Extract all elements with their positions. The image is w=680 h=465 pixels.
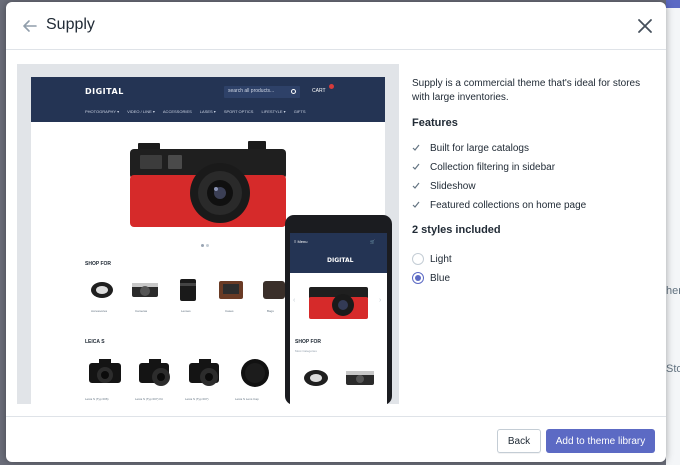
preview-nav-item: LIFESTYLE ▾ [261,109,286,114]
product-caption: Cameras [135,309,148,313]
radio-button[interactable] [412,272,424,284]
preview-search: search all products... [224,86,300,98]
product-thumb [135,353,175,393]
background-text: her [666,285,680,297]
modal-footer: Back Add to theme library [6,416,666,462]
product-thumb [298,363,334,393]
product-caption: Leica S Lens Cap [235,397,259,401]
product-thumb [185,353,225,393]
modal-title: Supply [46,16,95,33]
arrow-left-icon[interactable] [20,16,40,36]
product-thumb [171,273,205,309]
product-caption: Bags [267,309,274,313]
feature-item: Built for large catalogs [412,141,529,155]
theme-modal: Supply DIGITAL search all products... CA… [6,2,666,462]
theme-preview: DIGITAL search all products... CART PHOT… [17,64,399,404]
preview-logo: DIGITAL [85,87,124,96]
feature-label: Featured collections on home page [430,199,587,211]
product-caption: Accessories [91,309,108,313]
product-caption: Lenses [181,309,191,313]
style-label: Light [430,253,452,265]
product-caption: Leica S (Typ 007) Kit [135,397,163,401]
feature-label: Built for large catalogs [430,142,529,154]
theme-description: Supply is a commercial theme that's idea… [412,78,641,103]
product-thumb [214,273,248,309]
preview-nav-item: PHOTOGRAPHY ▾ [85,109,120,114]
modal-header: Supply [6,2,666,50]
add-to-theme-library-button[interactable]: Add to theme library [546,429,655,453]
leica-heading: LEICA S [85,339,105,345]
mobile-preview: ≡ Menu 🛒 DIGITAL ‹ › SHOP FOR Most Categ… [285,215,392,404]
checkmark-icon [412,144,420,151]
mobile-screen: ≡ Menu 🛒 DIGITAL ‹ › SHOP FOR Most Categ… [290,233,387,404]
radio-button[interactable] [412,253,424,265]
product-caption: Leica S (Typ 006) [85,397,109,401]
preview-nav-item: ACCESSORIES [162,109,192,114]
background-accent [666,0,680,8]
product-caption: Cases [225,309,234,313]
close-icon[interactable] [635,16,655,36]
shop-for-heading: SHOP FOR [85,261,112,267]
hero-camera-image [130,141,286,227]
checkmark-icon [412,182,420,189]
back-button[interactable]: Back [497,429,541,453]
preview-cart: CART [312,88,326,94]
product-caption: Leica S (Typ 007) [185,397,209,401]
chevron-right-icon: › [379,297,382,304]
style-option-light[interactable]: Light [412,252,452,266]
search-icon [291,89,296,94]
mobile-hero-camera [309,287,368,319]
feature-item: Featured collections on home page [412,198,586,212]
checkmark-icon [412,201,420,208]
background-text: Sto [666,363,680,375]
style-option-blue[interactable]: Blue [412,271,450,285]
slideshow-dots [201,244,209,247]
features-heading: Features [412,117,458,129]
preview-nav: PHOTOGRAPHY ▾ VIDEO / LINE ▾ ACCESSORIES… [85,109,305,114]
feature-label: Slideshow [430,180,476,192]
styles-heading: 2 styles included [412,224,501,236]
preview-nav-item: SPORT OPTICS [223,109,254,114]
cart-badge [329,84,334,89]
mobile-shop-for: SHOP FOR [295,339,322,345]
preview-nav-item: LASES ▾ [199,109,216,114]
checkmark-icon [412,163,420,170]
preview-nav-item: GIFTS [293,109,306,114]
background-page: her Sto [666,0,680,465]
feature-item: Slideshow [412,179,476,193]
chevron-left-icon: ‹ [293,297,296,304]
feature-item: Collection filtering in sidebar [412,160,555,174]
style-label: Blue [430,272,451,284]
mobile-caption: Most Categories [295,349,317,353]
feature-label: Collection filtering in sidebar [430,161,556,173]
product-thumb [235,353,275,393]
mobile-logo: DIGITAL [327,257,354,264]
preview-header: DIGITAL search all products... CART PHOT… [31,77,385,122]
product-thumb [342,363,378,393]
product-thumb [85,353,125,393]
product-thumb [85,273,119,309]
mobile-header: ≡ Menu 🛒 DIGITAL [290,233,387,273]
mobile-menu: ≡ Menu [294,239,308,244]
cart-icon: 🛒 [370,239,375,244]
preview-nav-item: VIDEO / LINE ▾ [127,109,155,114]
preview-search-placeholder: search all products... [228,88,275,94]
product-thumb [128,273,162,309]
